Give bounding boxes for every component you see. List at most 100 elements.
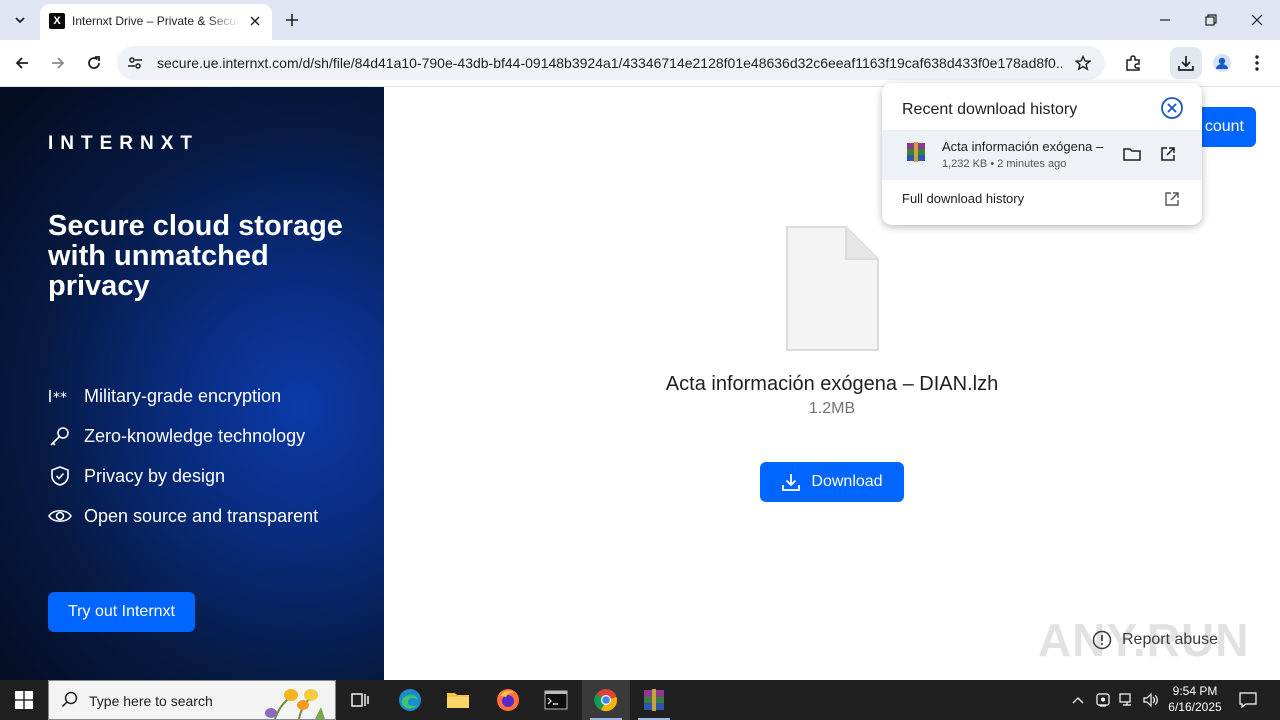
download-icon bbox=[1178, 56, 1194, 71]
firefox-icon bbox=[497, 689, 519, 711]
file-icon bbox=[786, 226, 879, 351]
download-button-label: Download bbox=[811, 473, 883, 490]
profile-button[interactable] bbox=[1207, 48, 1237, 78]
new-tab-button[interactable] bbox=[280, 8, 304, 32]
browser-tab[interactable]: X Internxt Drive – Private & Secure Clou… bbox=[40, 4, 272, 40]
downloads-button[interactable] bbox=[1170, 47, 1202, 79]
back-button[interactable] bbox=[7, 48, 37, 78]
feature-item: ** Military-grade encryption bbox=[48, 384, 281, 408]
taskbar-chrome[interactable] bbox=[582, 680, 630, 720]
task-view-icon bbox=[351, 693, 369, 707]
open-external-icon[interactable] bbox=[1156, 142, 1180, 166]
promo-headline: Secure cloud storage with unmatched priv… bbox=[48, 210, 343, 302]
restore-icon bbox=[1205, 14, 1217, 26]
file-size: 1.2MB bbox=[808, 400, 856, 417]
minimize-button[interactable] bbox=[1142, 0, 1188, 40]
reload-icon bbox=[88, 56, 100, 69]
volume-icon[interactable] bbox=[1140, 680, 1162, 720]
winrar-archive-icon bbox=[907, 142, 925, 162]
taskbar-terminal[interactable] bbox=[532, 680, 580, 720]
popup-close-button[interactable] bbox=[1160, 96, 1184, 120]
kebab-menu-icon bbox=[1255, 55, 1259, 71]
forward-button[interactable] bbox=[43, 48, 73, 78]
terminal-icon bbox=[544, 690, 568, 710]
tab-strip: X Internxt Drive – Private & Secure Clou… bbox=[0, 0, 1280, 40]
window-close-button[interactable] bbox=[1234, 0, 1280, 40]
clock-time: 9:54 PM bbox=[1172, 684, 1218, 698]
popup-title: Recent download history bbox=[902, 101, 1078, 118]
report-abuse-label: Report abuse bbox=[1122, 631, 1219, 648]
brand-logo: INTERNXT bbox=[48, 133, 199, 154]
password-icon: ** bbox=[48, 384, 72, 408]
url-text[interactable]: secure.ue.internxt.com/d/sh/file/84d41a1… bbox=[157, 55, 1062, 71]
winrar-icon bbox=[644, 689, 664, 711]
download-history-popup: Recent download history Acta información… bbox=[882, 83, 1202, 225]
svg-text:**: ** bbox=[53, 390, 67, 404]
reload-button[interactable] bbox=[79, 48, 109, 78]
arrow-left-icon bbox=[15, 57, 28, 69]
browser-toolbar: secure.ue.internxt.com/d/sh/file/84d41a1… bbox=[0, 40, 1280, 87]
task-view-button[interactable] bbox=[336, 680, 384, 720]
tab-close-icon[interactable] bbox=[246, 12, 264, 30]
plus-icon bbox=[286, 14, 298, 26]
search-icon bbox=[61, 691, 78, 708]
report-abuse-link[interactable]: Report abuse bbox=[1092, 627, 1218, 653]
menu-button[interactable] bbox=[1242, 48, 1272, 78]
notification-icon bbox=[1239, 692, 1257, 708]
taskbar-firefox[interactable] bbox=[484, 680, 532, 720]
tray-overflow-icon[interactable] bbox=[1068, 680, 1088, 720]
tab-search-button[interactable] bbox=[6, 6, 34, 34]
security-tray-icon[interactable] bbox=[1092, 680, 1114, 720]
clock-date: 6/16/2025 bbox=[1168, 700, 1222, 714]
feature-item: Open source and transparent bbox=[48, 504, 318, 528]
feature-label: Military-grade encryption bbox=[84, 385, 282, 406]
bookmark-star-icon[interactable] bbox=[1073, 53, 1093, 73]
search-highlight-flowers-icon bbox=[265, 689, 325, 719]
avatar-icon bbox=[1213, 54, 1231, 72]
restore-button[interactable] bbox=[1188, 0, 1234, 40]
download-file-name: Acta información exógena – bbox=[942, 139, 1104, 154]
eye-icon bbox=[48, 504, 72, 528]
try-internxt-button[interactable]: Try out Internxt bbox=[48, 592, 195, 632]
download-item[interactable]: Acta información exógena – 1,232 KB • 2 … bbox=[882, 130, 1202, 180]
taskbar-file-explorer[interactable] bbox=[434, 680, 482, 720]
download-file-meta: 1,232 KB • 2 minutes ago bbox=[942, 158, 1067, 170]
feature-label: Open source and transparent bbox=[84, 505, 319, 526]
feature-label: Zero-knowledge technology bbox=[84, 425, 306, 446]
taskbar-winrar[interactable] bbox=[630, 680, 678, 720]
tab-title: Internxt Drive – Private & Secure Cloud … bbox=[72, 14, 240, 28]
full-download-history-link[interactable]: Full download history bbox=[902, 191, 1024, 206]
extensions-button[interactable] bbox=[1118, 48, 1148, 78]
notifications-button[interactable] bbox=[1234, 680, 1262, 720]
feature-item: Zero-knowledge technology bbox=[48, 424, 305, 448]
taskbar-clock[interactable]: 9:54 PM 6/16/2025 bbox=[1162, 683, 1228, 715]
taskbar-search-box[interactable]: Type here to search bbox=[48, 680, 336, 720]
close-icon bbox=[1251, 14, 1263, 26]
puzzle-icon bbox=[1126, 55, 1140, 71]
feature-label: Privacy by design bbox=[84, 465, 226, 486]
address-bar[interactable]: secure.ue.internxt.com/d/sh/file/84d41a1… bbox=[117, 46, 1105, 80]
site-info-icon[interactable] bbox=[125, 53, 145, 73]
arrow-right-icon bbox=[52, 57, 65, 69]
download-icon bbox=[782, 474, 801, 491]
open-external-icon[interactable] bbox=[1162, 189, 1182, 209]
internxt-favicon-icon: X bbox=[49, 13, 65, 29]
windows-taskbar: Type here to search 9:54 PM 6/16/2025 bbox=[0, 680, 1280, 720]
close-circle-icon bbox=[1161, 97, 1183, 119]
edge-icon bbox=[399, 689, 421, 711]
start-button[interactable] bbox=[0, 680, 48, 720]
feature-item: Privacy by design bbox=[48, 464, 225, 488]
file-name: Acta información exógena – DIAN.lzh bbox=[665, 373, 999, 395]
show-in-folder-icon[interactable] bbox=[1120, 142, 1144, 166]
chrome-icon bbox=[594, 689, 617, 712]
chevron-down-icon bbox=[15, 17, 25, 24]
taskbar-edge[interactable] bbox=[386, 680, 434, 720]
promo-panel: INTERNXT Secure cloud storage with unmat… bbox=[0, 87, 384, 680]
windows-logo-icon bbox=[15, 691, 33, 709]
network-icon[interactable] bbox=[1116, 680, 1138, 720]
taskbar-search-placeholder: Type here to search bbox=[89, 693, 213, 709]
folder-icon bbox=[447, 693, 469, 708]
download-button[interactable]: Download bbox=[760, 462, 904, 502]
alert-circle-icon bbox=[1092, 630, 1112, 650]
shield-check-icon bbox=[48, 464, 72, 488]
